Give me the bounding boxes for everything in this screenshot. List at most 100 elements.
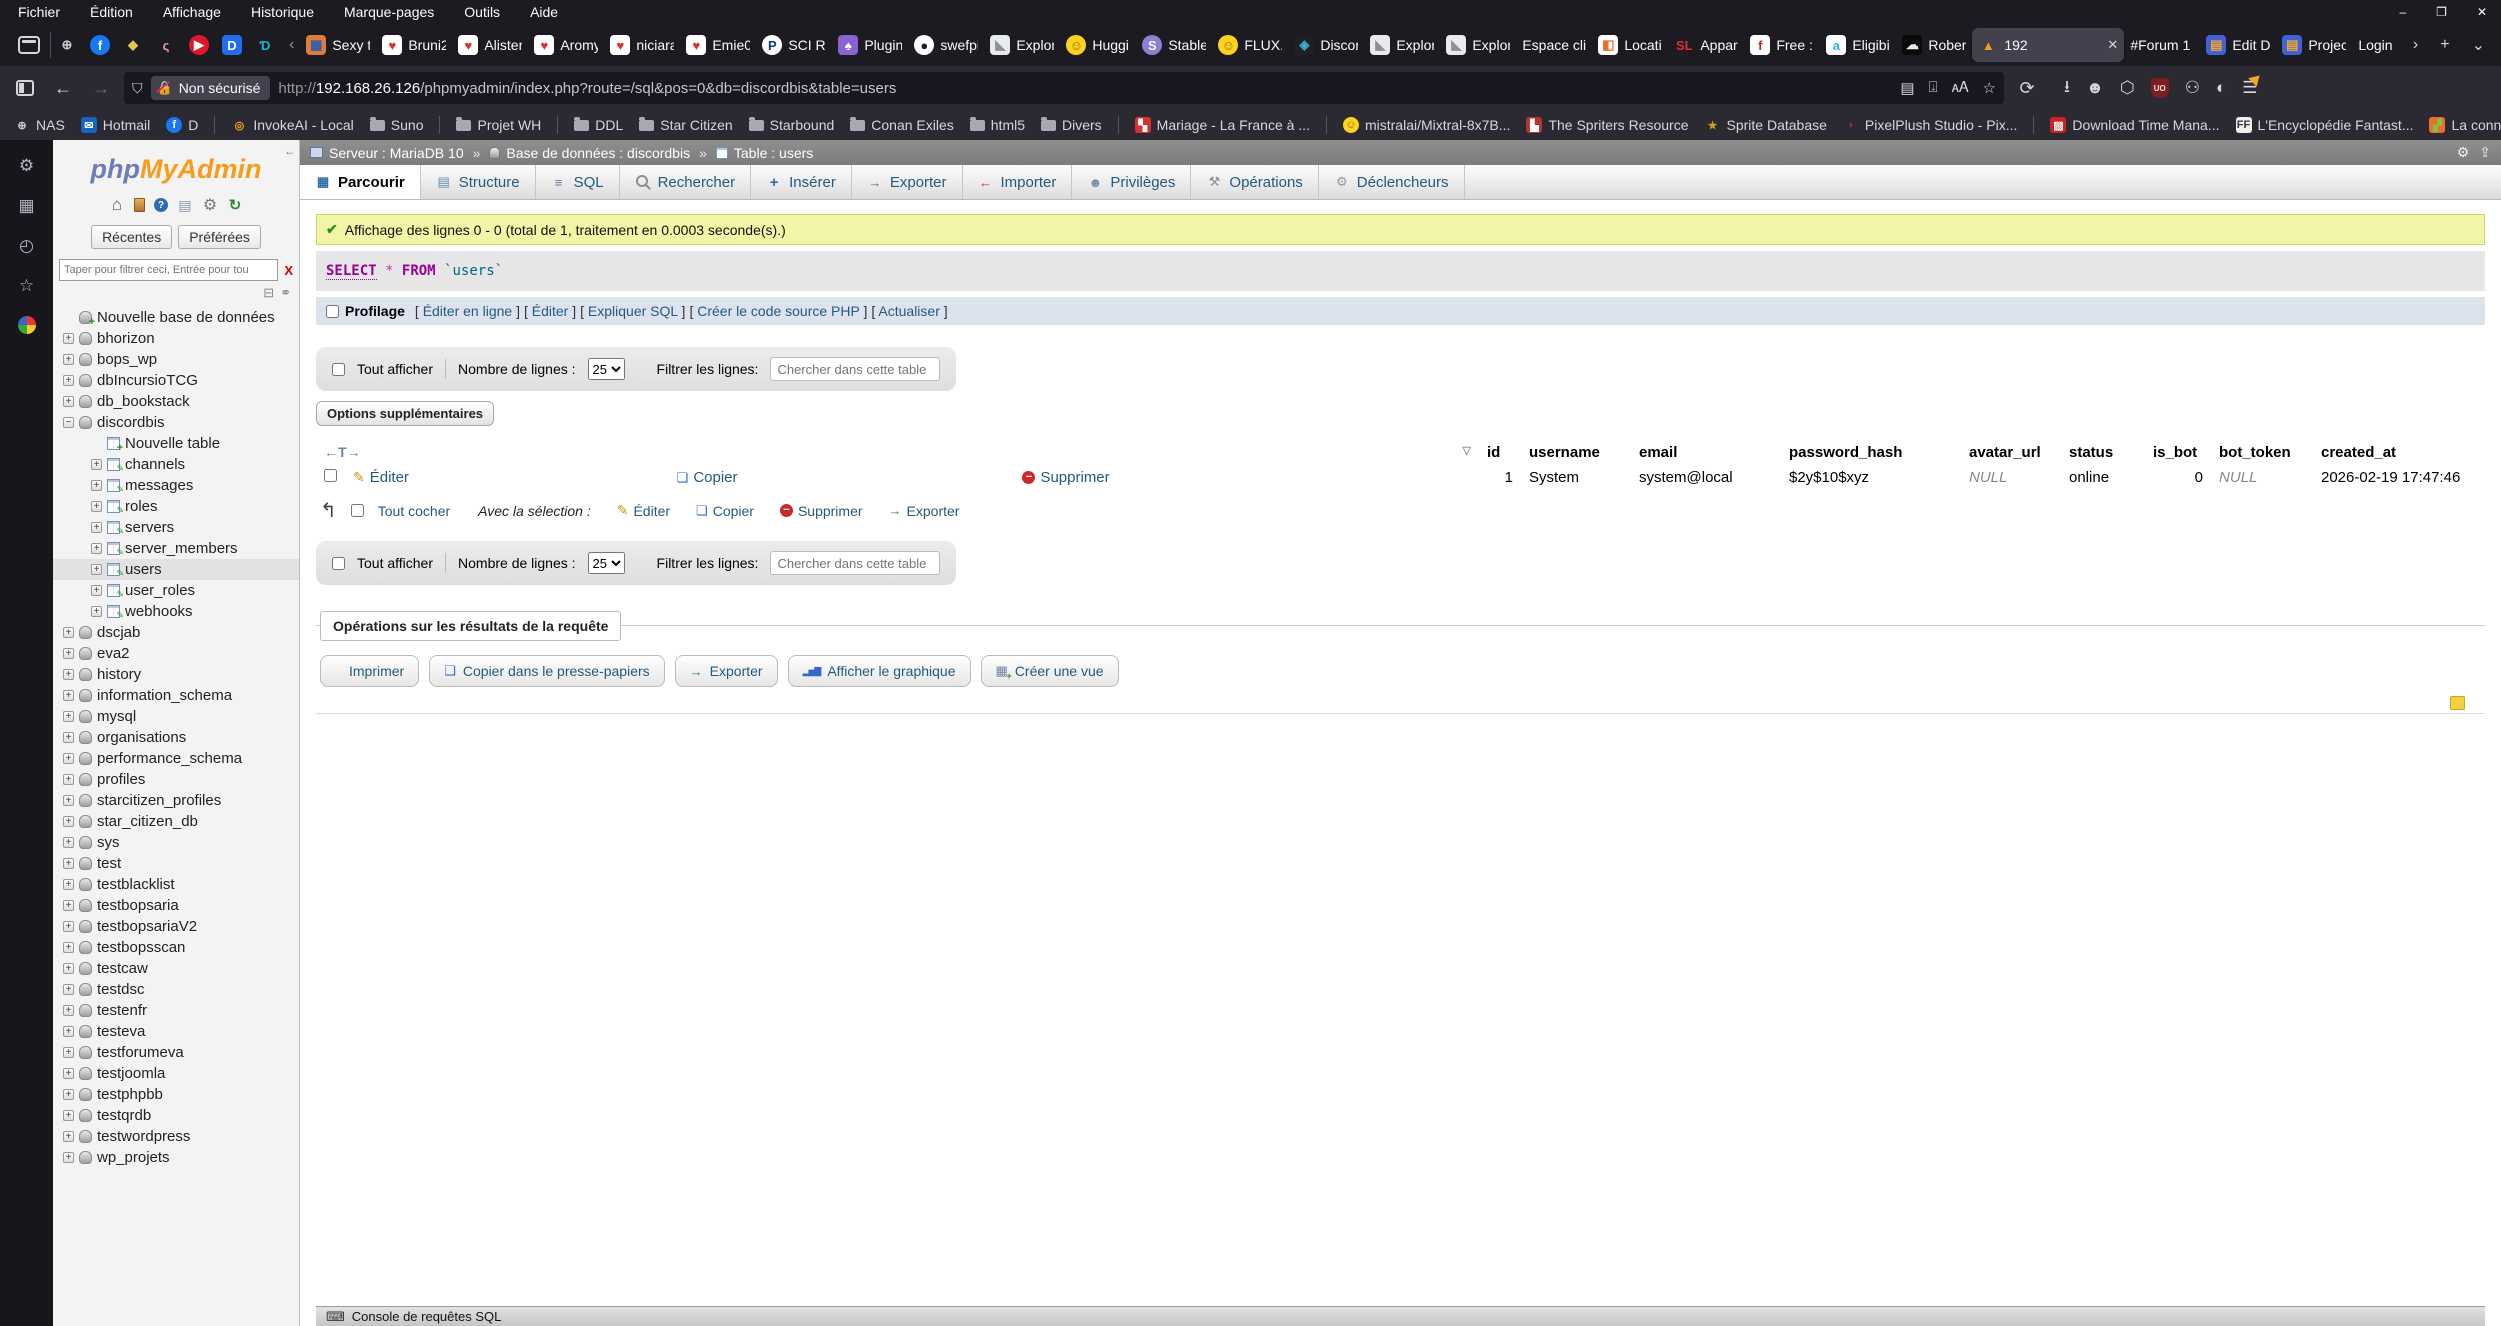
tree-node-label[interactable]: performance_schema: [97, 750, 242, 767]
firefox-view-icon[interactable]: [18, 36, 40, 54]
back-button[interactable]: ←: [48, 73, 78, 103]
tree-item[interactable]: + webhooks: [53, 601, 299, 622]
bookmark-item[interactable]: ⊕ NAS: [14, 117, 65, 133]
tree-item[interactable]: − discordbis: [53, 412, 299, 433]
tree-expander-icon[interactable]: +: [63, 648, 74, 659]
tree-node-label[interactable]: mysql: [97, 708, 136, 725]
menu-item[interactable]: Aide: [530, 4, 558, 20]
tree-node-label[interactable]: testqrdb: [97, 1107, 151, 1124]
tree-node-label[interactable]: organisations: [97, 729, 186, 746]
bookmark-item[interactable]: Star Citizen: [639, 117, 732, 133]
tree-expander-icon[interactable]: +: [63, 774, 74, 785]
tree-item[interactable]: + testdsc: [53, 979, 299, 1000]
tree-expander-icon[interactable]: +: [91, 459, 102, 470]
robot-extension-icon[interactable]: ⚇: [2185, 78, 2200, 98]
tree-item[interactable]: + testbopsariaV2: [53, 916, 299, 937]
breadcrumb-table[interactable]: Table : users: [716, 145, 813, 161]
urlbar-action-icon[interactable]: ▤: [1900, 79, 1914, 97]
ublock-icon[interactable]: UO: [2151, 78, 2169, 98]
tree-node-label[interactable]: testdsc: [97, 981, 145, 998]
pma-tab[interactable]: Insérer: [751, 165, 852, 199]
browser-tab[interactable]: SL Appar: [1668, 28, 1744, 62]
sidebar-toggle-icon[interactable]: [10, 73, 40, 103]
tree-expander-icon[interactable]: +: [63, 963, 74, 974]
sql-console-bar[interactable]: ⌨ Console de requêtes SQL: [316, 1306, 2485, 1326]
tree-expander-icon[interactable]: +: [63, 837, 74, 848]
tree-item[interactable]: + channels: [53, 454, 299, 475]
tree-node-label[interactable]: history: [97, 666, 141, 683]
tree-item[interactable]: + testcaw: [53, 958, 299, 979]
bookmark-item[interactable]: ◗ PixelPlush Studio - Pix...: [1843, 117, 2018, 133]
link-with-main-icon[interactable]: ⚭: [280, 285, 291, 301]
app-menu-icon[interactable]: ☰: [2242, 78, 2257, 98]
tree-node-label[interactable]: testbopsariaV2: [97, 918, 197, 935]
tree-expander-icon[interactable]: +: [91, 522, 102, 533]
tree-node-label[interactable]: dscjab: [97, 624, 140, 641]
tree-item[interactable]: + history: [53, 664, 299, 685]
pinned-tab-favicon[interactable]: D: [222, 35, 242, 55]
tree-item[interactable]: + test: [53, 853, 299, 874]
check-all-checkbox[interactable]: [351, 504, 364, 517]
pinned-tab-favicon[interactable]: ⊕: [57, 35, 77, 55]
bookmark-item[interactable]: ▨ Download Time Mana...: [2050, 117, 2219, 133]
selection-delete-link[interactable]: −Supprimer: [780, 503, 863, 519]
browser-tab[interactable]: ♥ Emie0: [680, 28, 756, 62]
browser-tab[interactable]: ♥ Bruni2: [376, 28, 452, 62]
tree-item[interactable]: + testenfr: [53, 1000, 299, 1021]
column-header[interactable]: avatar_url: [1961, 440, 2061, 465]
tool-strip-icon[interactable]: ◴: [19, 236, 34, 256]
tree-item[interactable]: + eva2: [53, 643, 299, 664]
page-settings-note-icon[interactable]: [2450, 696, 2465, 710]
tree-node-label[interactable]: testjoomla: [97, 1065, 165, 1082]
browser-tab[interactable]: ♥ Alister: [452, 28, 528, 62]
selection-edit-link[interactable]: ✎Éditer: [617, 502, 670, 519]
tree-node-label[interactable]: roles: [125, 498, 158, 515]
column-header[interactable]: password_hash: [1781, 440, 1961, 465]
tree-expander-icon[interactable]: +: [63, 1152, 74, 1163]
bookmark-item[interactable]: ▙ The Spriters Resource: [1526, 117, 1688, 133]
urlbar-action-icon[interactable]: ☆: [1983, 79, 1996, 97]
tree-expander-icon[interactable]: +: [91, 543, 102, 554]
tree-expander-icon[interactable]: +: [63, 1005, 74, 1016]
tree-node-label[interactable]: webhooks: [125, 603, 193, 620]
tree-item[interactable]: + profiles: [53, 769, 299, 790]
browser-tab[interactable]: S Stable: [1136, 28, 1212, 62]
pinned-tab-favicon[interactable]: ς: [156, 35, 176, 55]
browser-tab[interactable]: a Eligibi: [1820, 28, 1896, 62]
extra-options-button[interactable]: Options supplémentaires: [316, 401, 494, 426]
column-header[interactable]: email: [1631, 440, 1781, 465]
bookmark-item[interactable]: [557, 116, 558, 134]
tree-expander-icon[interactable]: +: [63, 1068, 74, 1079]
tree-node-label[interactable]: bhorizon: [97, 330, 155, 347]
tree-expander-icon[interactable]: +: [91, 606, 102, 617]
column-header[interactable]: is_bot: [2145, 440, 2211, 465]
tree-expander-icon[interactable]: +: [63, 1026, 74, 1037]
tree-node-label[interactable]: channels: [125, 456, 185, 473]
tree-item[interactable]: + testjoomla: [53, 1063, 299, 1084]
tree-node-label[interactable]: users: [125, 561, 162, 578]
tree-item[interactable]: + users: [53, 559, 299, 580]
row-copy-link[interactable]: ❏ Copier: [677, 469, 1007, 486]
clear-filter-icon[interactable]: X: [284, 263, 293, 278]
tree-item[interactable]: + star_citizen_db: [53, 811, 299, 832]
browser-tab[interactable]: Espace clie: [1516, 28, 1592, 62]
restore-button[interactable]: ❐: [2436, 5, 2447, 19]
filter-rows-input[interactable]: [770, 551, 940, 575]
menu-item[interactable]: Outils: [464, 4, 500, 20]
tree-item[interactable]: + wp_projets: [53, 1147, 299, 1168]
browser-tab[interactable]: f Free :: [1744, 28, 1820, 62]
tree-node-label[interactable]: Nouvelle base de données: [97, 309, 275, 326]
settings-gear-icon[interactable]: [202, 197, 218, 213]
tree-expander-icon[interactable]: +: [63, 1131, 74, 1142]
tree-expander-icon[interactable]: +: [91, 564, 102, 575]
browser-tab[interactable]: ☺ Huggi: [1060, 28, 1136, 62]
bookmark-item[interactable]: ▚ Mariage - La France à ...: [1135, 117, 1310, 133]
pma-tab[interactable]: Parcourir: [300, 165, 421, 199]
bookmark-item[interactable]: Divers: [1041, 117, 1102, 133]
downloads-icon[interactable]: ⭳: [2064, 74, 2070, 103]
tree-item[interactable]: + testwordpress: [53, 1126, 299, 1147]
tool-strip-icon[interactable]: ☆: [19, 276, 34, 296]
tree-item[interactable]: + bops_wp: [53, 349, 299, 370]
bookmark-item[interactable]: ✉ Hotmail: [81, 117, 150, 133]
show-all-checkbox[interactable]: [332, 363, 345, 376]
